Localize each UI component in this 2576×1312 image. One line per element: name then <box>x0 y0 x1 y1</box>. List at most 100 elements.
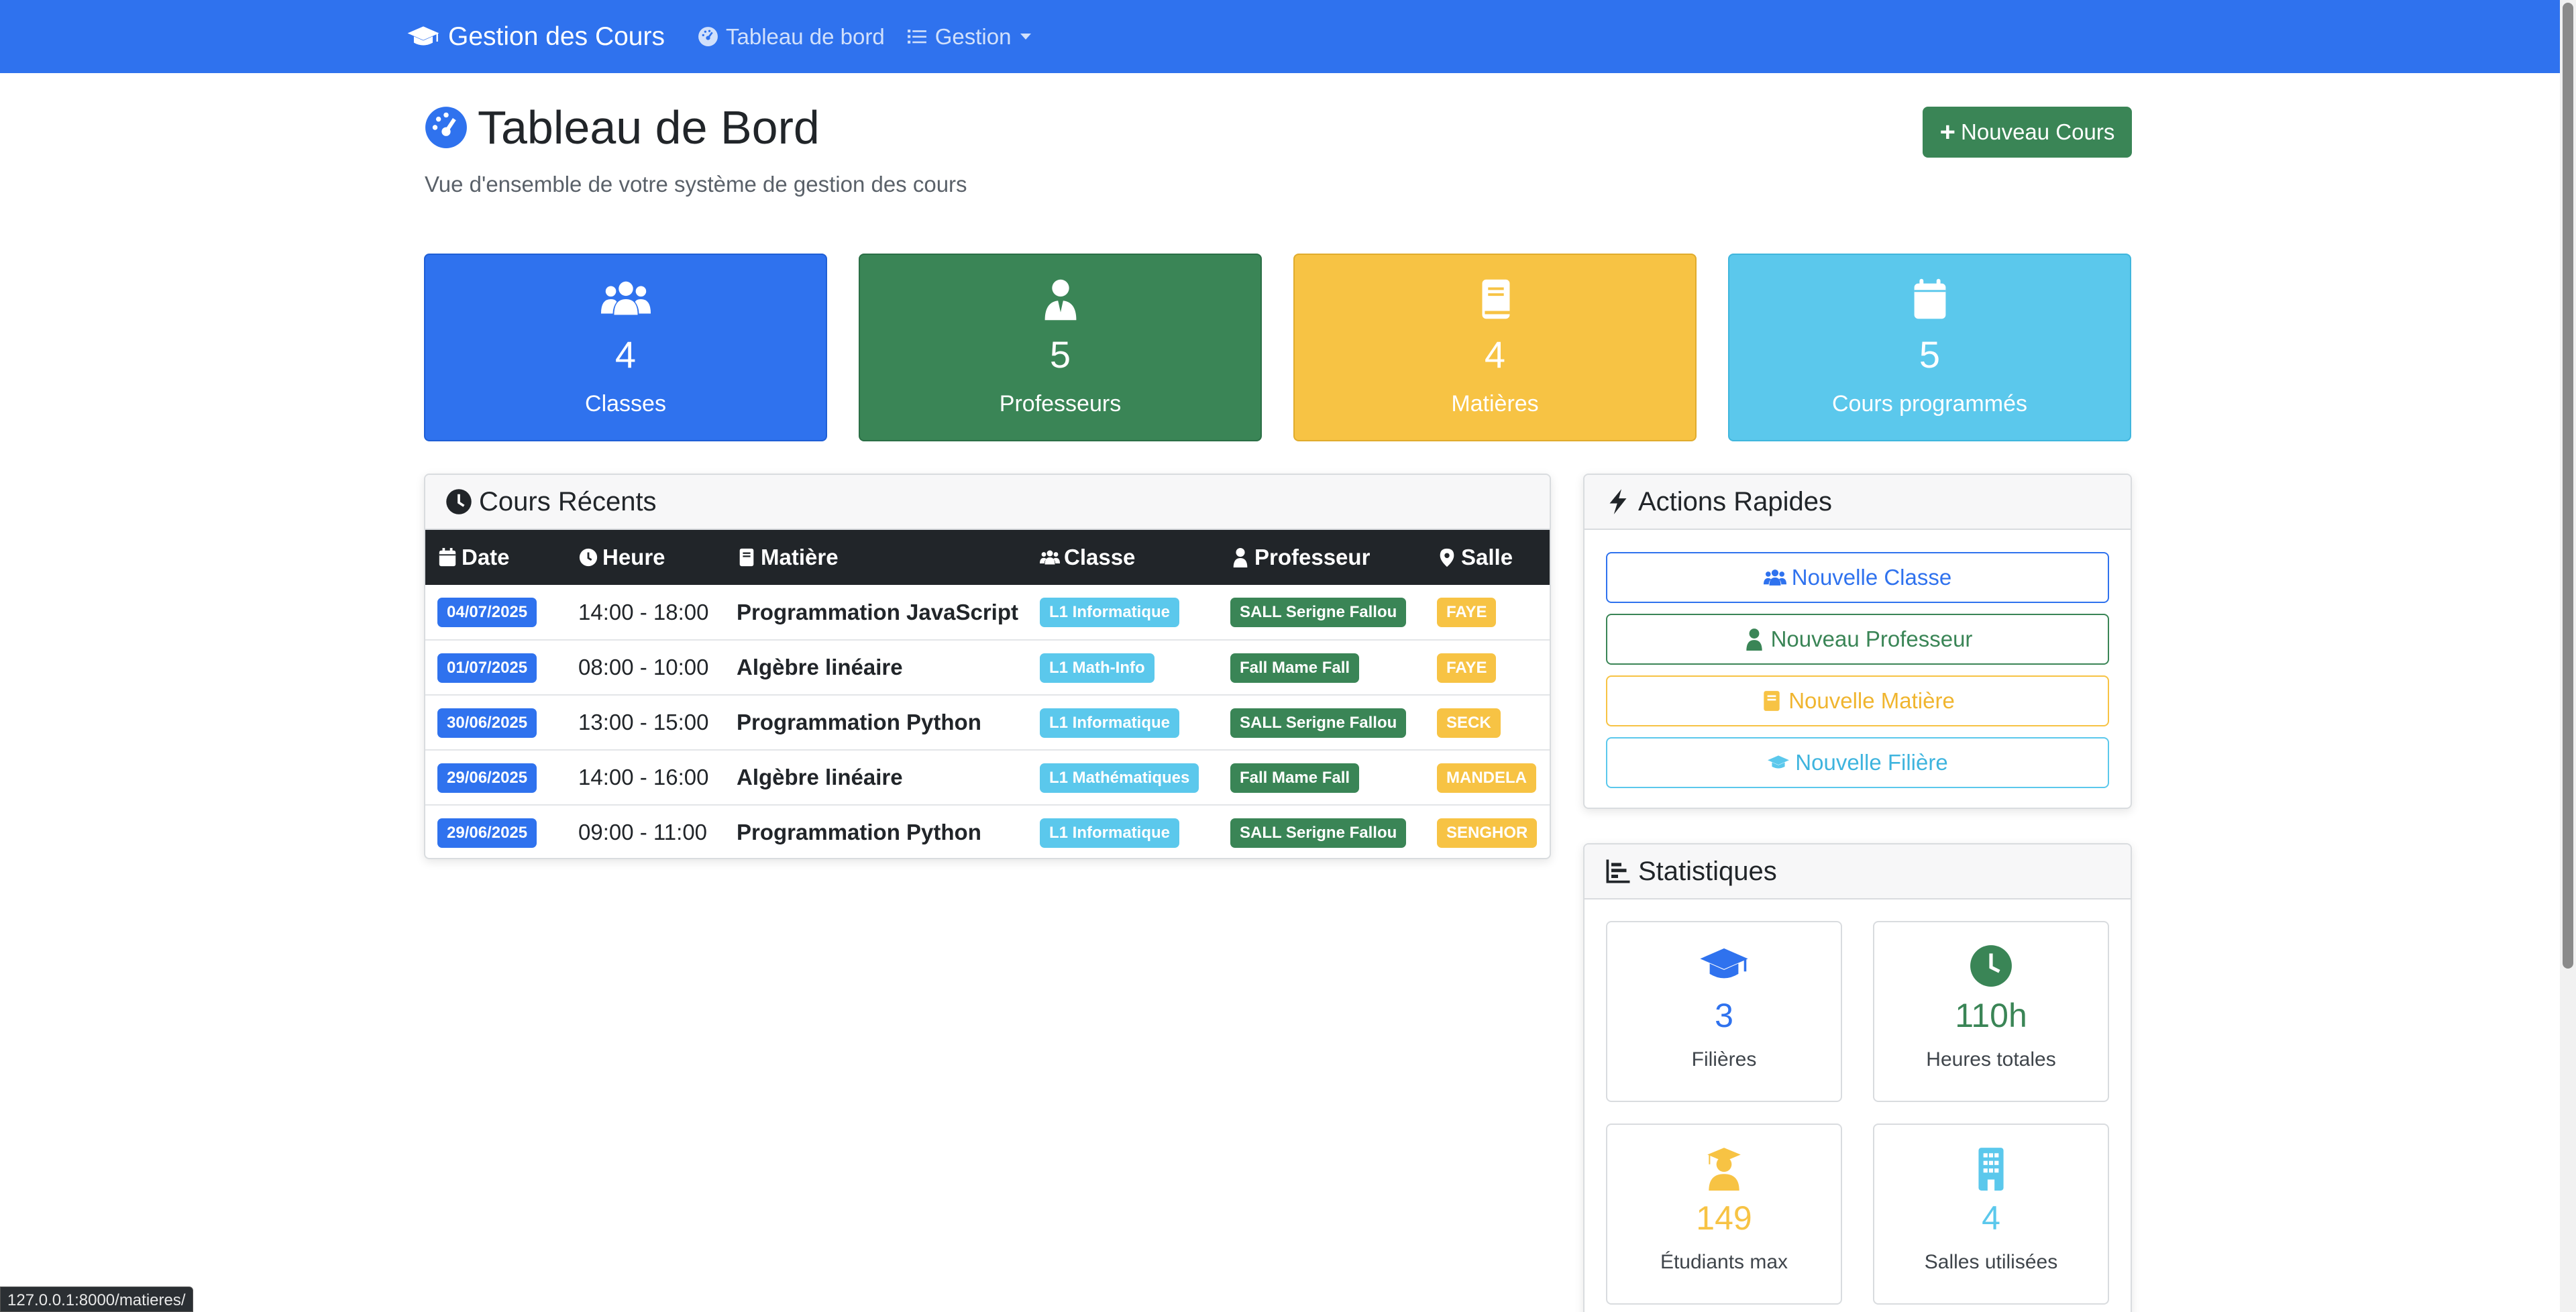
column-header-date: Date <box>425 530 566 585</box>
brand-link[interactable]: Gestion des Cours <box>407 20 665 54</box>
page-subtitle: Vue d'ensemble de votre système de gesti… <box>425 172 967 197</box>
professor-badge: SALL Serigne Fallou <box>1230 708 1407 738</box>
status-bar-url: 127.0.0.1:8000/matieres/ <box>0 1287 193 1312</box>
teacher-icon <box>1233 547 1248 567</box>
stat-professors-label: Professeurs <box>999 391 1122 417</box>
professor-badge: SALL Serigne Fallou <box>1230 818 1407 848</box>
clock-icon <box>579 548 598 567</box>
graduation-cap-icon <box>1700 948 1748 979</box>
date-badge: 29/06/2025 <box>437 763 537 793</box>
clock-icon <box>1970 945 2012 987</box>
cell-time: 09:00 - 11:00 <box>578 820 708 844</box>
date-badge: 30/06/2025 <box>437 708 537 738</box>
recent-courses-table: Date Heure Matière Classe Professeur Sal… <box>425 530 1550 858</box>
quick-actions-title: Actions Rapides <box>1638 486 1833 516</box>
table-row[interactable]: 04/07/2025 14:00 - 18:00 Programmation J… <box>425 585 1550 640</box>
cell-professor: SALL Serigne Fallou <box>1218 805 1425 858</box>
column-class-label: Classe <box>1064 545 1136 569</box>
statistics-header: Statistiques <box>1585 844 2131 899</box>
page-title: Tableau de Bord <box>424 101 820 154</box>
stat-classes-label: Classes <box>585 391 666 417</box>
column-professor-label: Professeur <box>1254 545 1371 569</box>
column-header-professor: Professeur <box>1218 530 1425 585</box>
cell-subject: Programmation Python <box>737 710 981 734</box>
cell-date: 30/06/2025 <box>425 695 566 750</box>
new-subject-button[interactable]: Nouvelle Matière <box>1606 675 2109 726</box>
table-row[interactable]: 01/07/2025 08:00 - 10:00 Algèbre linéair… <box>425 640 1550 695</box>
statistics-panel: Statistiques 3 Filières 110h Heures tota… <box>1583 843 2132 1312</box>
date-badge: 01/07/2025 <box>437 653 537 683</box>
stat-card-professors: 5 Professeurs <box>859 254 1262 441</box>
gauge-icon <box>425 107 467 148</box>
cell-subject: Programmation JavaScript <box>737 599 1018 624</box>
recent-courses-panel: Cours Récents Date Heure Matière Classe … <box>424 474 1551 859</box>
table-header-row: Date Heure Matière Classe Professeur Sal… <box>425 530 1550 585</box>
new-class-button[interactable]: Nouvelle Classe <box>1606 552 2109 603</box>
table-row[interactable]: 29/06/2025 09:00 - 11:00 Programmation P… <box>425 805 1550 858</box>
stat-scheduled-label: Cours programmés <box>1832 391 2027 417</box>
cell-room: MANDELA <box>1425 750 1550 805</box>
cell-class: L1 Informatique <box>1028 805 1218 858</box>
graduate-student-icon <box>1707 1148 1741 1191</box>
cell-time: 14:00 - 16:00 <box>578 765 709 789</box>
professor-badge: SALL Serigne Fallou <box>1230 598 1407 627</box>
class-badge: L1 Math-Info <box>1040 653 1155 683</box>
scrollbar-thumb[interactable] <box>2563 3 2573 969</box>
new-course-label: Nouveau Cours <box>1961 119 2115 144</box>
book-icon <box>739 548 754 567</box>
stat-rooms: 4 Salles utilisées <box>1873 1124 2109 1305</box>
column-header-room: Salle <box>1425 530 1550 585</box>
cell-time: 14:00 - 18:00 <box>578 599 709 624</box>
page-title-text: Tableau de Bord <box>478 101 820 154</box>
cell-date: 01/07/2025 <box>425 640 566 695</box>
cell-room: SENGHOR <box>1425 805 1550 858</box>
stat-rooms-label: Salles utilisées <box>1924 1251 2058 1273</box>
cell-subject: Algèbre linéaire <box>737 655 903 679</box>
nav-dashboard-link[interactable]: Tableau de bord <box>697 24 885 50</box>
users-icon <box>1763 569 1786 586</box>
new-professor-button[interactable]: Nouveau Professeur <box>1606 614 2109 665</box>
cell-date: 04/07/2025 <box>425 585 566 640</box>
top-navbar: Gestion des Cours Tableau de bord Gestio… <box>0 0 2560 73</box>
nav-manage-label: Gestion <box>934 23 1012 49</box>
class-badge: L1 Informatique <box>1040 598 1180 627</box>
plus-icon: + <box>1939 117 1956 147</box>
cell-professor: SALL Serigne Fallou <box>1218 585 1425 640</box>
nav-manage-dropdown[interactable]: Gestion <box>906 24 1032 50</box>
stat-tracks: 3 Filières <box>1606 921 1842 1102</box>
column-date-label: Date <box>462 545 510 569</box>
stat-hours-label: Heures totales <box>1926 1048 2056 1071</box>
room-badge: MANDELA <box>1437 763 1536 793</box>
column-header-class: Classe <box>1028 530 1218 585</box>
stat-hours-value: 110h <box>1955 997 2027 1034</box>
brand-title: Gestion des Cours <box>448 21 665 51</box>
column-header-subject: Matière <box>724 530 1028 585</box>
stat-students: 149 Étudiants max <box>1606 1124 1842 1305</box>
column-time-label: Heure <box>602 545 665 569</box>
recent-courses-header: Cours Récents <box>425 475 1550 530</box>
cell-room: FAYE <box>1425 585 1550 640</box>
cell-class: L1 Mathématiques <box>1028 750 1218 805</box>
cell-professor: Fall Mame Fall <box>1218 750 1425 805</box>
stat-students-label: Étudiants max <box>1660 1251 1788 1273</box>
new-course-button[interactable]: + Nouveau Cours <box>1923 107 2132 158</box>
building-icon <box>1978 1148 2004 1191</box>
graduation-cap-icon <box>1768 755 1790 769</box>
page-scrollbar[interactable] <box>2560 0 2576 1312</box>
column-header-time: Heure <box>566 530 724 585</box>
bolt-icon <box>1609 489 1627 514</box>
stat-rooms-value: 4 <box>1982 1199 2000 1237</box>
table-row[interactable]: 29/06/2025 14:00 - 16:00 Algèbre linéair… <box>425 750 1550 805</box>
new-track-button[interactable]: Nouvelle Filière <box>1606 737 2109 788</box>
cell-class: L1 Math-Info <box>1028 640 1218 695</box>
date-badge: 29/06/2025 <box>437 818 537 848</box>
stat-classes-value: 4 <box>614 333 637 376</box>
gauge-icon <box>698 27 718 46</box>
table-row[interactable]: 30/06/2025 13:00 - 15:00 Programmation P… <box>425 695 1550 750</box>
chart-bar-icon <box>1606 859 1630 883</box>
teacher-icon <box>1044 279 1076 321</box>
room-badge: SECK <box>1437 708 1501 738</box>
nav-dashboard-label: Tableau de bord <box>726 23 885 49</box>
class-badge: L1 Mathématiques <box>1040 763 1199 793</box>
stat-card-scheduled: 5 Cours programmés <box>1728 254 2131 441</box>
